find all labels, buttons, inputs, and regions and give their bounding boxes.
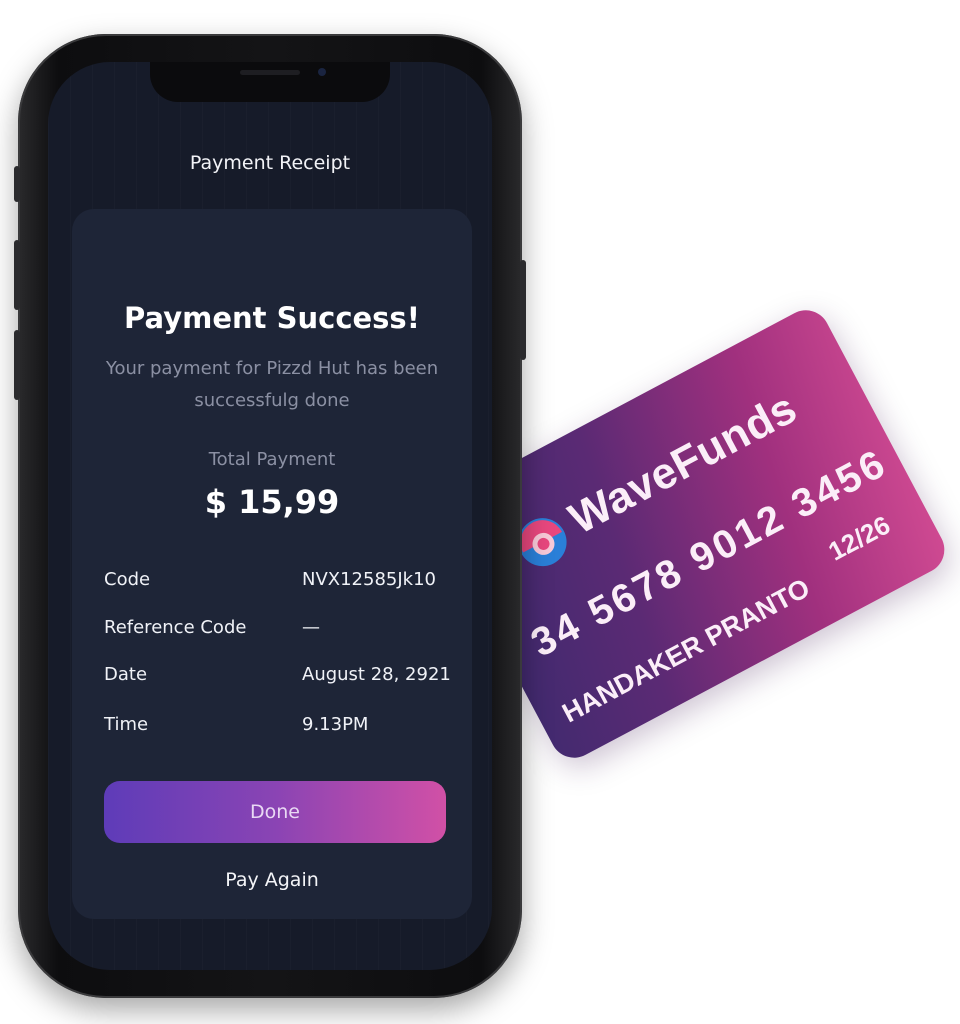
total-payment-value: $ 15,99 [204,483,340,521]
detail-row-reference-code: Reference Code — [104,617,462,645]
camera-icon [318,68,326,76]
speaker-grille [240,70,300,75]
detail-value: 9.13PM [302,714,369,735]
detail-row-code: Code NVX12585Jk10 [104,569,462,597]
detail-label: Time [104,714,149,735]
pay-again-button[interactable]: Pay Again [72,869,472,891]
receipt-card: Payment Success! Your payment for Pizzd … [72,209,472,919]
phone-mockup: Payment Receipt Payment Success! Your pa… [14,34,526,998]
silent-switch [14,166,20,202]
detail-label: Code [104,569,151,590]
detail-row-time: Time 9.13PM [104,714,462,742]
success-title: Payment Success! [124,301,420,335]
page-title: Payment Receipt [189,152,351,174]
notch [150,62,390,102]
card-expiry: 12/26 [823,509,895,567]
volume-up-button [14,240,20,310]
volume-down-button [14,330,20,400]
power-button [520,260,526,360]
detail-label: Date [104,664,148,685]
detail-row-date: Date August 28, 2921 [104,664,462,692]
detail-label: Reference Code [104,617,247,638]
phone-screen: Payment Receipt Payment Success! Your pa… [48,62,492,970]
success-message: Your payment for Pizzd Hut has been succ… [105,358,439,411]
total-payment-label: Total Payment [208,449,336,470]
done-button[interactable]: Done [104,781,446,843]
detail-value: NVX12585Jk10 [302,569,437,590]
detail-value: August 28, 2921 [302,664,451,685]
detail-value: — [302,617,320,638]
